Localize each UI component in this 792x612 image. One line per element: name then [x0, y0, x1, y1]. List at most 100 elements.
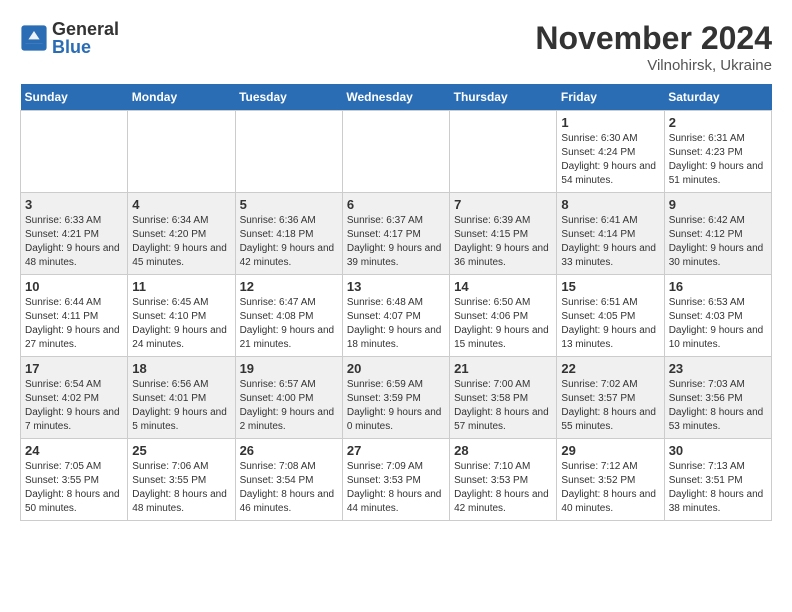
calendar-week-row: 10 Sunrise: 6:44 AM Sunset: 4:11 PM Dayli…: [21, 275, 772, 357]
day-info: Sunrise: 6:48 AM Sunset: 4:07 PM Dayligh…: [347, 296, 445, 352]
day-info: Sunrise: 6:53 AM Sunset: 4:03 PM Dayligh…: [669, 296, 767, 352]
day-info: Sunrise: 6:31 AM Sunset: 4:23 PM Dayligh…: [669, 132, 767, 188]
day-number: 9: [669, 197, 767, 212]
day-number: 10: [25, 279, 123, 294]
day-number: 19: [240, 361, 338, 376]
calendar-day-cell: 2 Sunrise: 6:31 AM Sunset: 4:23 PM Daylig…: [664, 111, 771, 193]
calendar-week-row: 24Sunrise: 7:05 AM Sunset: 3:55 PM Dayli…: [21, 439, 772, 521]
calendar-header: SundayMondayTuesdayWednesdayThursdayFrid…: [21, 84, 772, 111]
day-info: Sunrise: 6:54 AM Sunset: 4:02 PM Dayligh…: [25, 378, 123, 434]
day-number: 28: [454, 443, 552, 458]
calendar-day-cell: 14Sunrise: 6:50 AM Sunset: 4:06 PM Dayli…: [450, 275, 557, 357]
day-number: 18: [132, 361, 230, 376]
day-info: Sunrise: 7:05 AM Sunset: 3:55 PM Dayligh…: [25, 460, 123, 516]
day-info: Sunrise: 7:03 AM Sunset: 3:56 PM Dayligh…: [669, 378, 767, 434]
day-info: Sunrise: 7:06 AM Sunset: 3:55 PM Dayligh…: [132, 460, 230, 516]
calendar-day-cell: 26 Sunrise: 7:08 AM Sunset: 3:54 PM Dayli…: [235, 439, 342, 521]
day-number: 4: [132, 197, 230, 212]
day-number: 1: [561, 115, 659, 130]
day-info: Sunrise: 6:44 AM Sunset: 4:11 PM Dayligh…: [25, 296, 123, 352]
day-info: Sunrise: 6:42 AM Sunset: 4:12 PM Dayligh…: [669, 214, 767, 270]
calendar-day-cell: 22 Sunrise: 7:02 AM Sunset: 3:57 PM Dayli…: [557, 357, 664, 439]
day-number: 27: [347, 443, 445, 458]
header: General Blue November 2024 Vilnohirsk, U…: [20, 20, 772, 74]
day-info: Sunrise: 6:37 AM Sunset: 4:17 PM Dayligh…: [347, 214, 445, 270]
logo-icon: [20, 24, 48, 52]
day-number: 11: [132, 279, 230, 294]
day-number: 13: [347, 279, 445, 294]
calendar-day-cell: 18 Sunrise: 6:56 AM Sunset: 4:01 PM Dayli…: [128, 357, 235, 439]
calendar-day-cell: 9 Sunrise: 6:42 AM Sunset: 4:12 PM Daylig…: [664, 193, 771, 275]
day-info: Sunrise: 6:59 AM Sunset: 3:59 PM Dayligh…: [347, 378, 445, 434]
calendar-day-cell: [342, 111, 449, 193]
day-number: 25: [132, 443, 230, 458]
day-info: Sunrise: 6:34 AM Sunset: 4:20 PM Dayligh…: [132, 214, 230, 270]
day-number: 22: [561, 361, 659, 376]
calendar-day-cell: [21, 111, 128, 193]
calendar-day-cell: [235, 111, 342, 193]
day-info: Sunrise: 7:13 AM Sunset: 3:51 PM Dayligh…: [669, 460, 767, 516]
calendar-day-cell: 8 Sunrise: 6:41 AM Sunset: 4:14 PM Daylig…: [557, 193, 664, 275]
day-info: Sunrise: 6:39 AM Sunset: 4:15 PM Dayligh…: [454, 214, 552, 270]
calendar-day-cell: 11 Sunrise: 6:45 AM Sunset: 4:10 PM Dayli…: [128, 275, 235, 357]
day-number: 2: [669, 115, 767, 130]
day-number: 29: [561, 443, 659, 458]
header-day: Sunday: [21, 84, 128, 111]
header-day: Thursday: [450, 84, 557, 111]
day-info: Sunrise: 6:57 AM Sunset: 4:00 PM Dayligh…: [240, 378, 338, 434]
header-day: Monday: [128, 84, 235, 111]
calendar-day-cell: 17 Sunrise: 6:54 AM Sunset: 4:02 PM Dayli…: [21, 357, 128, 439]
day-number: 14: [454, 279, 552, 294]
location: Vilnohirsk, Ukraine: [535, 57, 772, 74]
day-info: Sunrise: 6:47 AM Sunset: 4:08 PM Dayligh…: [240, 296, 338, 352]
calendar-day-cell: 24Sunrise: 7:05 AM Sunset: 3:55 PM Dayli…: [21, 439, 128, 521]
day-number: 7: [454, 197, 552, 212]
calendar-week-row: 3Sunrise: 6:33 AM Sunset: 4:21 PM Daylig…: [21, 193, 772, 275]
calendar-day-cell: 29Sunrise: 7:12 AM Sunset: 3:52 PM Dayli…: [557, 439, 664, 521]
day-info: Sunrise: 6:36 AM Sunset: 4:18 PM Dayligh…: [240, 214, 338, 270]
header-day: Tuesday: [235, 84, 342, 111]
day-info: Sunrise: 7:08 AM Sunset: 3:54 PM Dayligh…: [240, 460, 338, 516]
day-info: Sunrise: 7:02 AM Sunset: 3:57 PM Dayligh…: [561, 378, 659, 434]
calendar-day-cell: 23 Sunrise: 7:03 AM Sunset: 3:56 PM Dayli…: [664, 357, 771, 439]
calendar-day-cell: [450, 111, 557, 193]
calendar-day-cell: 15Sunrise: 6:51 AM Sunset: 4:05 PM Dayli…: [557, 275, 664, 357]
month-title: November 2024: [535, 20, 772, 57]
day-number: 17: [25, 361, 123, 376]
calendar-table: SundayMondayTuesdayWednesdayThursdayFrid…: [20, 84, 772, 521]
day-info: Sunrise: 6:41 AM Sunset: 4:14 PM Dayligh…: [561, 214, 659, 270]
day-info: Sunrise: 7:00 AM Sunset: 3:58 PM Dayligh…: [454, 378, 552, 434]
day-number: 20: [347, 361, 445, 376]
calendar-day-cell: 10 Sunrise: 6:44 AM Sunset: 4:11 PM Dayli…: [21, 275, 128, 357]
day-number: 5: [240, 197, 338, 212]
header-row: SundayMondayTuesdayWednesdayThursdayFrid…: [21, 84, 772, 111]
calendar-day-cell: 27 Sunrise: 7:09 AM Sunset: 3:53 PM Dayli…: [342, 439, 449, 521]
day-info: Sunrise: 7:10 AM Sunset: 3:53 PM Dayligh…: [454, 460, 552, 516]
calendar-day-cell: 20 Sunrise: 6:59 AM Sunset: 3:59 PM Dayli…: [342, 357, 449, 439]
header-day: Wednesday: [342, 84, 449, 111]
calendar-week-row: 17 Sunrise: 6:54 AM Sunset: 4:02 PM Dayli…: [21, 357, 772, 439]
calendar-day-cell: 12Sunrise: 6:47 AM Sunset: 4:08 PM Dayli…: [235, 275, 342, 357]
header-day: Saturday: [664, 84, 771, 111]
day-info: Sunrise: 6:45 AM Sunset: 4:10 PM Dayligh…: [132, 296, 230, 352]
calendar-day-cell: 19 Sunrise: 6:57 AM Sunset: 4:00 PM Dayli…: [235, 357, 342, 439]
calendar-day-cell: 5 Sunrise: 6:36 AM Sunset: 4:18 PM Daylig…: [235, 193, 342, 275]
calendar-day-cell: 30Sunrise: 7:13 AM Sunset: 3:51 PM Dayli…: [664, 439, 771, 521]
calendar-day-cell: 21Sunrise: 7:00 AM Sunset: 3:58 PM Dayli…: [450, 357, 557, 439]
calendar-day-cell: 7 Sunrise: 6:39 AM Sunset: 4:15 PM Daylig…: [450, 193, 557, 275]
day-number: 3: [25, 197, 123, 212]
calendar-day-cell: 28 Sunrise: 7:10 AM Sunset: 3:53 PM Dayli…: [450, 439, 557, 521]
day-number: 26: [240, 443, 338, 458]
logo-blue: Blue: [52, 38, 119, 56]
calendar-day-cell: 25 Sunrise: 7:06 AM Sunset: 3:55 PM Dayli…: [128, 439, 235, 521]
day-info: Sunrise: 7:09 AM Sunset: 3:53 PM Dayligh…: [347, 460, 445, 516]
day-info: Sunrise: 6:56 AM Sunset: 4:01 PM Dayligh…: [132, 378, 230, 434]
calendar-day-cell: [128, 111, 235, 193]
day-number: 8: [561, 197, 659, 212]
calendar-body: 1Sunrise: 6:30 AM Sunset: 4:24 PM Daylig…: [21, 111, 772, 521]
calendar-day-cell: 1Sunrise: 6:30 AM Sunset: 4:24 PM Daylig…: [557, 111, 664, 193]
day-number: 23: [669, 361, 767, 376]
calendar-day-cell: 16Sunrise: 6:53 AM Sunset: 4:03 PM Dayli…: [664, 275, 771, 357]
calendar-day-cell: 4 Sunrise: 6:34 AM Sunset: 4:20 PM Daylig…: [128, 193, 235, 275]
calendar-week-row: 1Sunrise: 6:30 AM Sunset: 4:24 PM Daylig…: [21, 111, 772, 193]
